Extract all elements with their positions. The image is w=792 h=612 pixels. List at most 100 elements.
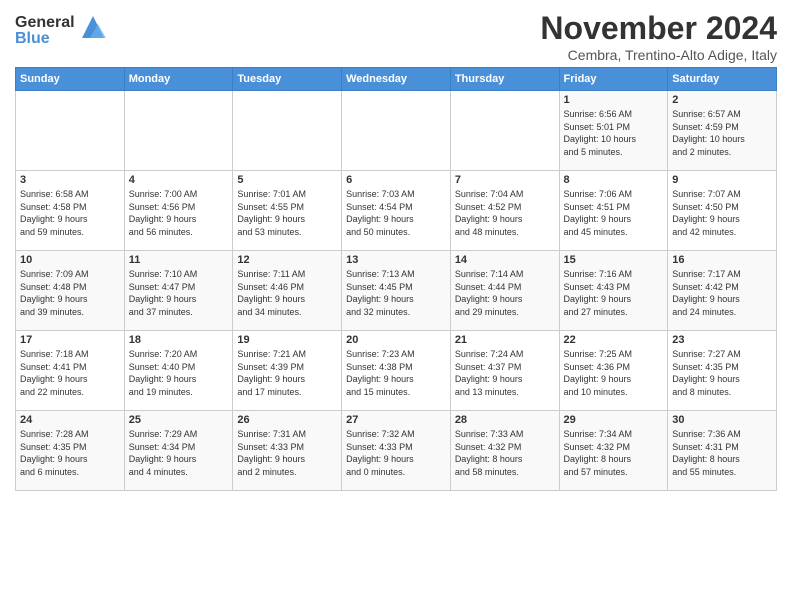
day-info: Sunrise: 7:17 AM Sunset: 4:42 PM Dayligh… bbox=[672, 268, 772, 318]
day-cell bbox=[342, 91, 451, 171]
day-cell: 29 Sunrise: 7:34 AM Sunset: 4:32 PM Dayli… bbox=[559, 411, 668, 491]
day-info: Sunrise: 7:01 AM Sunset: 4:55 PM Dayligh… bbox=[237, 188, 337, 238]
header-row: SundayMondayTuesdayWednesdayThursdayFrid… bbox=[16, 68, 777, 91]
day-number: 6 bbox=[346, 174, 446, 186]
day-cell bbox=[124, 91, 233, 171]
day-info: Sunrise: 7:07 AM Sunset: 4:50 PM Dayligh… bbox=[672, 188, 772, 238]
day-info: Sunrise: 7:24 AM Sunset: 4:37 PM Dayligh… bbox=[455, 348, 555, 398]
day-cell: 30 Sunrise: 7:36 AM Sunset: 4:31 PM Dayli… bbox=[668, 411, 777, 491]
day-info: Sunrise: 7:21 AM Sunset: 4:39 PM Dayligh… bbox=[237, 348, 337, 398]
day-info: Sunrise: 7:06 AM Sunset: 4:51 PM Dayligh… bbox=[564, 188, 664, 238]
day-cell: 17Sunrise: 7:18 AM Sunset: 4:41 PM Dayli… bbox=[16, 331, 125, 411]
day-cell: 15 Sunrise: 7:16 AM Sunset: 4:43 PM Dayli… bbox=[559, 251, 668, 331]
day-cell: 26Sunrise: 7:31 AM Sunset: 4:33 PM Dayli… bbox=[233, 411, 342, 491]
day-info: Sunrise: 7:23 AM Sunset: 4:38 PM Dayligh… bbox=[346, 348, 446, 398]
header-cell-monday: Monday bbox=[124, 68, 233, 91]
day-number: 10 bbox=[20, 254, 120, 266]
day-info: Sunrise: 7:27 AM Sunset: 4:35 PM Dayligh… bbox=[672, 348, 772, 398]
day-info: Sunrise: 7:11 AM Sunset: 4:46 PM Dayligh… bbox=[237, 268, 337, 318]
day-cell: 12 Sunrise: 7:11 AM Sunset: 4:46 PM Dayli… bbox=[233, 251, 342, 331]
day-number: 20 bbox=[346, 334, 446, 346]
day-cell: 22Sunrise: 7:25 AM Sunset: 4:36 PM Dayli… bbox=[559, 331, 668, 411]
day-cell: 4Sunrise: 7:00 AM Sunset: 4:56 PM Daylig… bbox=[124, 171, 233, 251]
logo: General Blue bbox=[15, 14, 108, 49]
day-cell: 28 Sunrise: 7:33 AM Sunset: 4:32 PM Dayli… bbox=[450, 411, 559, 491]
day-number: 30 bbox=[672, 414, 772, 426]
logo-line2: Blue bbox=[15, 30, 75, 48]
header-cell-thursday: Thursday bbox=[450, 68, 559, 91]
week-row-4: 17Sunrise: 7:18 AM Sunset: 4:41 PM Dayli… bbox=[16, 331, 777, 411]
day-cell bbox=[450, 91, 559, 171]
day-number: 16 bbox=[672, 254, 772, 266]
day-number: 22 bbox=[564, 334, 664, 346]
day-cell: 3Sunrise: 6:58 AM Sunset: 4:58 PM Daylig… bbox=[16, 171, 125, 251]
day-info: Sunrise: 7:33 AM Sunset: 4:32 PM Dayligh… bbox=[455, 428, 555, 478]
day-cell: 27Sunrise: 7:32 AM Sunset: 4:33 PM Dayli… bbox=[342, 411, 451, 491]
subtitle: Cembra, Trentino-Alto Adige, Italy bbox=[540, 47, 777, 63]
day-number: 15 bbox=[564, 254, 664, 266]
day-cell: 6 Sunrise: 7:03 AM Sunset: 4:54 PM Daylig… bbox=[342, 171, 451, 251]
day-number: 25 bbox=[129, 414, 229, 426]
day-info: Sunrise: 7:34 AM Sunset: 4:32 PM Dayligh… bbox=[564, 428, 664, 478]
header-cell-saturday: Saturday bbox=[668, 68, 777, 91]
day-number: 2 bbox=[672, 94, 772, 106]
calendar-header: SundayMondayTuesdayWednesdayThursdayFrid… bbox=[16, 68, 777, 91]
day-cell: 11Sunrise: 7:10 AM Sunset: 4:47 PM Dayli… bbox=[124, 251, 233, 331]
day-cell: 10 Sunrise: 7:09 AM Sunset: 4:48 PM Dayli… bbox=[16, 251, 125, 331]
header-cell-tuesday: Tuesday bbox=[233, 68, 342, 91]
day-cell: 1 Sunrise: 6:56 AM Sunset: 5:01 PM Daylig… bbox=[559, 91, 668, 171]
day-number: 8 bbox=[564, 174, 664, 186]
header: General Blue November 2024 Cembra, Trent… bbox=[15, 10, 777, 63]
day-info: Sunrise: 7:16 AM Sunset: 4:43 PM Dayligh… bbox=[564, 268, 664, 318]
day-info: Sunrise: 7:09 AM Sunset: 4:48 PM Dayligh… bbox=[20, 268, 120, 318]
day-cell: 2 Sunrise: 6:57 AM Sunset: 4:59 PM Daylig… bbox=[668, 91, 777, 171]
day-cell: 18 Sunrise: 7:20 AM Sunset: 4:40 PM Dayli… bbox=[124, 331, 233, 411]
day-cell bbox=[233, 91, 342, 171]
day-cell: 20 Sunrise: 7:23 AM Sunset: 4:38 PM Dayli… bbox=[342, 331, 451, 411]
day-number: 28 bbox=[455, 414, 555, 426]
day-info: Sunrise: 7:13 AM Sunset: 4:45 PM Dayligh… bbox=[346, 268, 446, 318]
day-number: 4 bbox=[129, 174, 229, 186]
day-cell: 25Sunrise: 7:29 AM Sunset: 4:34 PM Dayli… bbox=[124, 411, 233, 491]
day-cell: 8 Sunrise: 7:06 AM Sunset: 4:51 PM Daylig… bbox=[559, 171, 668, 251]
month-title: November 2024 bbox=[540, 10, 777, 47]
day-number: 11 bbox=[129, 254, 229, 266]
week-row-2: 3Sunrise: 6:58 AM Sunset: 4:58 PM Daylig… bbox=[16, 171, 777, 251]
day-number: 7 bbox=[455, 174, 555, 186]
day-info: Sunrise: 7:31 AM Sunset: 4:33 PM Dayligh… bbox=[237, 428, 337, 478]
day-cell: 9 Sunrise: 7:07 AM Sunset: 4:50 PM Daylig… bbox=[668, 171, 777, 251]
day-number: 13 bbox=[346, 254, 446, 266]
day-cell: 24 Sunrise: 7:28 AM Sunset: 4:35 PM Dayli… bbox=[16, 411, 125, 491]
day-number: 19 bbox=[237, 334, 337, 346]
day-info: Sunrise: 7:03 AM Sunset: 4:54 PM Dayligh… bbox=[346, 188, 446, 238]
day-number: 23 bbox=[672, 334, 772, 346]
header-cell-wednesday: Wednesday bbox=[342, 68, 451, 91]
day-cell: 19 Sunrise: 7:21 AM Sunset: 4:39 PM Dayli… bbox=[233, 331, 342, 411]
day-info: Sunrise: 6:57 AM Sunset: 4:59 PM Dayligh… bbox=[672, 108, 772, 158]
day-info: Sunrise: 7:18 AM Sunset: 4:41 PM Dayligh… bbox=[20, 348, 120, 398]
day-number: 27 bbox=[346, 414, 446, 426]
calendar-body: 1 Sunrise: 6:56 AM Sunset: 5:01 PM Daylig… bbox=[16, 91, 777, 491]
title-block: November 2024 Cembra, Trentino-Alto Adig… bbox=[540, 10, 777, 63]
day-info: Sunrise: 7:28 AM Sunset: 4:35 PM Dayligh… bbox=[20, 428, 120, 478]
day-number: 1 bbox=[564, 94, 664, 106]
day-number: 14 bbox=[455, 254, 555, 266]
day-number: 9 bbox=[672, 174, 772, 186]
logo-text: General Blue bbox=[15, 14, 108, 49]
day-number: 29 bbox=[564, 414, 664, 426]
day-info: Sunrise: 7:36 AM Sunset: 4:31 PM Dayligh… bbox=[672, 428, 772, 478]
day-info: Sunrise: 7:14 AM Sunset: 4:44 PM Dayligh… bbox=[455, 268, 555, 318]
week-row-5: 24 Sunrise: 7:28 AM Sunset: 4:35 PM Dayli… bbox=[16, 411, 777, 491]
day-cell: 14 Sunrise: 7:14 AM Sunset: 4:44 PM Dayli… bbox=[450, 251, 559, 331]
header-cell-sunday: Sunday bbox=[16, 68, 125, 91]
week-row-1: 1 Sunrise: 6:56 AM Sunset: 5:01 PM Daylig… bbox=[16, 91, 777, 171]
day-info: Sunrise: 6:56 AM Sunset: 5:01 PM Dayligh… bbox=[564, 108, 664, 158]
day-number: 3 bbox=[20, 174, 120, 186]
day-cell: 5 Sunrise: 7:01 AM Sunset: 4:55 PM Daylig… bbox=[233, 171, 342, 251]
day-number: 5 bbox=[237, 174, 337, 186]
day-number: 24 bbox=[20, 414, 120, 426]
day-number: 18 bbox=[129, 334, 229, 346]
day-info: Sunrise: 7:20 AM Sunset: 4:40 PM Dayligh… bbox=[129, 348, 229, 398]
day-number: 12 bbox=[237, 254, 337, 266]
day-cell: 16 Sunrise: 7:17 AM Sunset: 4:42 PM Dayli… bbox=[668, 251, 777, 331]
